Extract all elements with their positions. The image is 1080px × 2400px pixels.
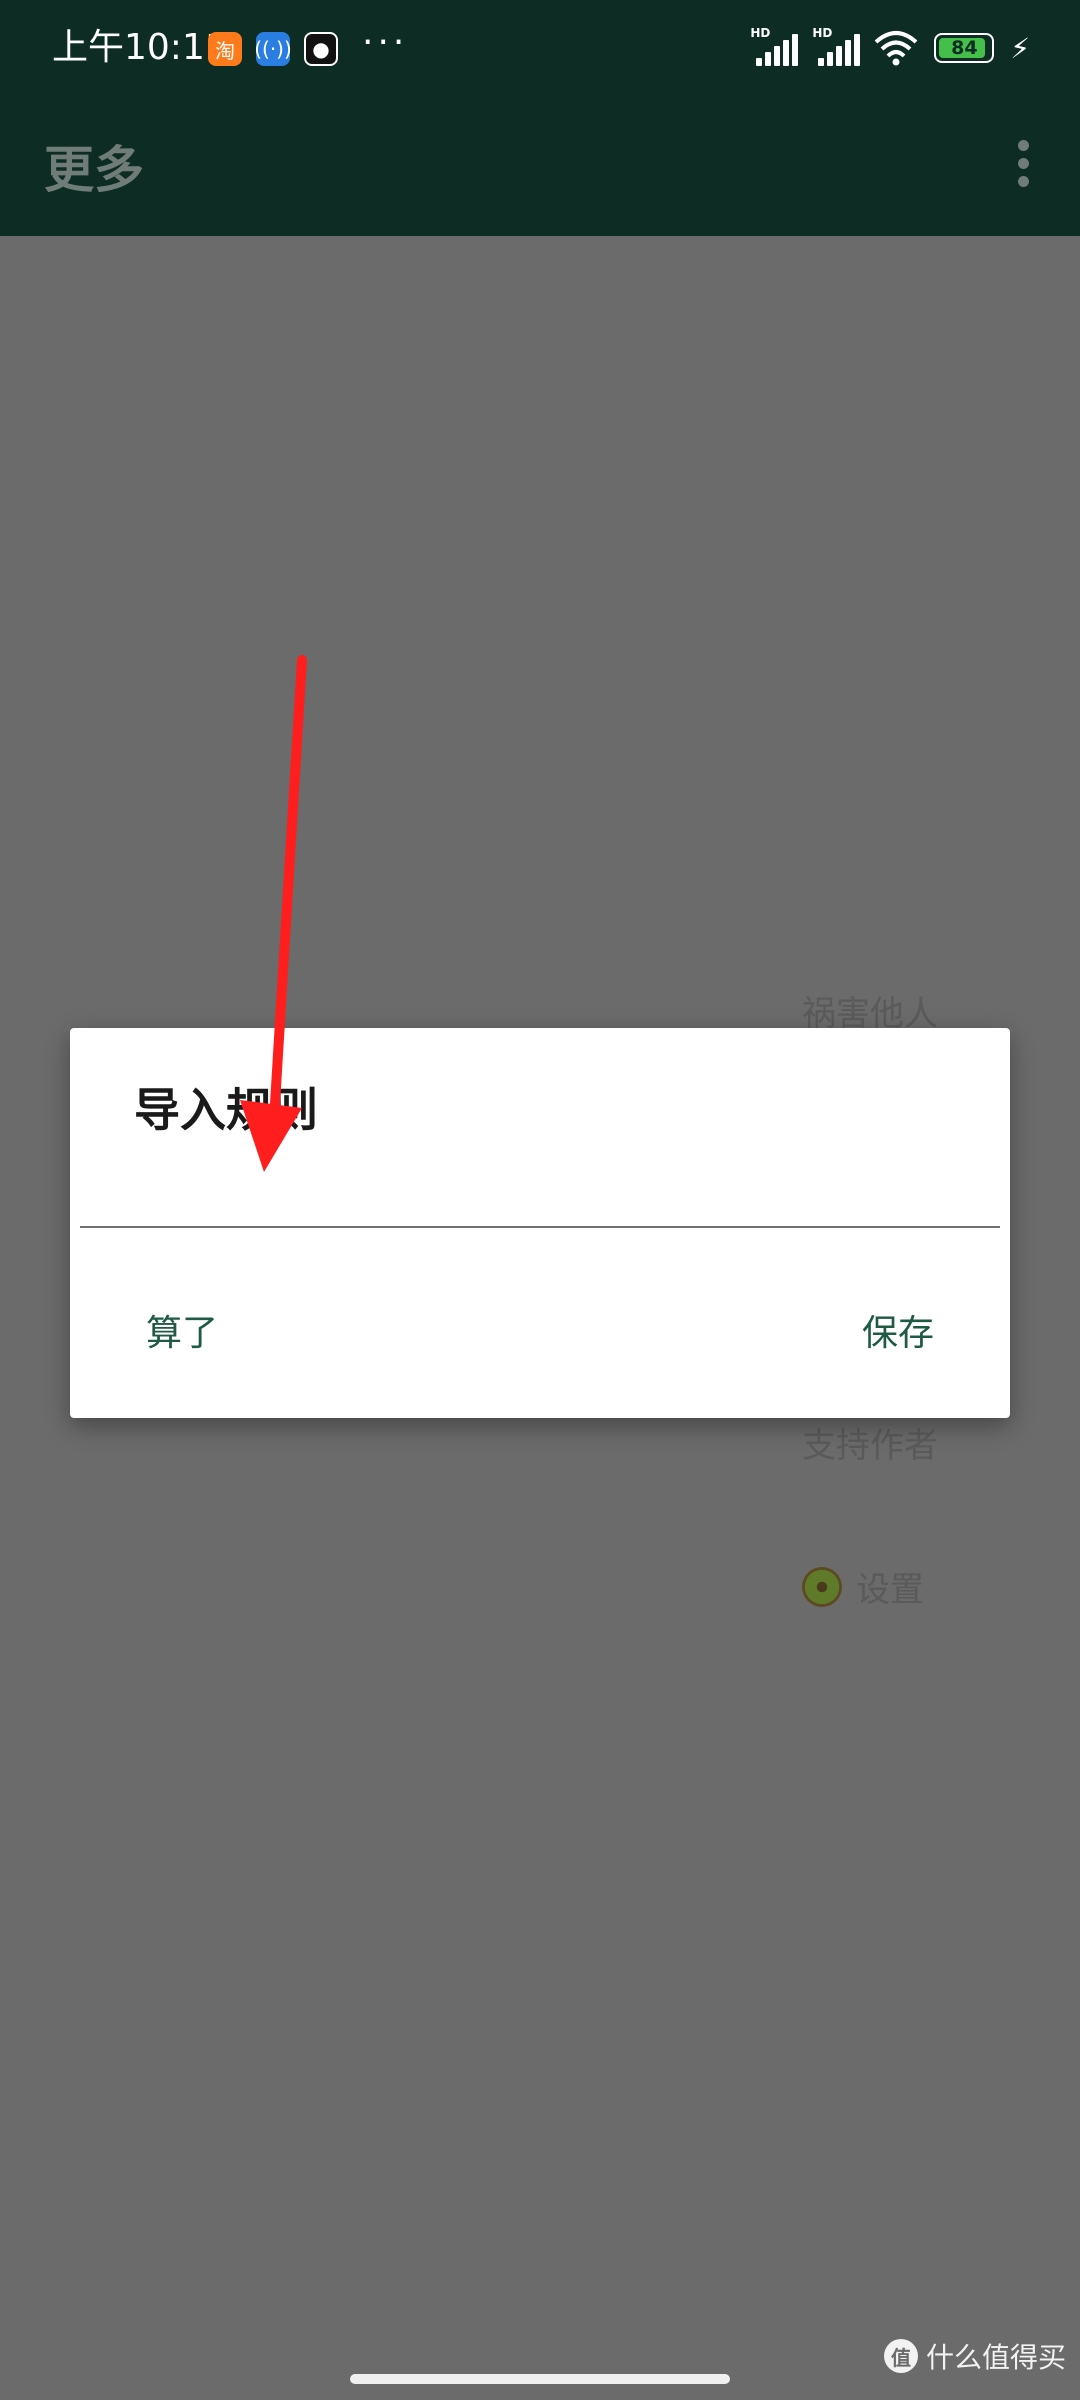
charging-icon: ⚡ <box>1010 31 1030 65</box>
dialog-title: 导入规则 <box>134 1083 318 1137</box>
watermark: 值 什么值得买 <box>883 2336 1066 2376</box>
watermark-logo-icon: 值 <box>883 2339 918 2373</box>
watermark-text: 什么值得买 <box>925 2341 1066 2374</box>
gesture-nav-handle[interactable] <box>350 2374 730 2384</box>
save-button[interactable]: 保存 <box>846 1296 950 1364</box>
battery-icon: 84 <box>934 33 995 63</box>
status-right-group: HD HD 84 ⚡ <box>750 26 1030 66</box>
radio-icon: ((·)) <box>254 32 292 66</box>
kiwi-icon <box>802 1566 842 1607</box>
cancel-button[interactable]: 算了 <box>130 1296 234 1364</box>
taobao-icon: 淘 <box>208 32 242 66</box>
menu-item-support-author: 支持作者 <box>802 1426 938 1466</box>
overflow-menu-icon[interactable] <box>1018 140 1030 188</box>
status-time: 上午10:11 <box>52 27 228 68</box>
signal-icon: HD <box>750 26 799 66</box>
import-rules-dialog: 导入规则 算了 保存 <box>70 1028 1010 1418</box>
app-bar: 更多 <box>0 96 1080 236</box>
page-title: 更多 <box>44 141 144 199</box>
status-bar: 上午10:11 淘 ((·)) ● ··· HD HD 84 ⚡ <box>0 0 1080 96</box>
wifi-icon <box>874 31 918 66</box>
menu-item-settings: 设置 <box>802 1562 924 1611</box>
more-notifications-icon: ··· <box>362 22 409 63</box>
menu-item-settings-label: 设置 <box>856 1570 924 1610</box>
signal-icon: HD <box>812 26 861 66</box>
notification-icons: 淘 ((·)) ● <box>208 32 338 66</box>
battery-level: 84 <box>951 37 978 59</box>
qq-icon: ● <box>304 32 338 66</box>
rule-input[interactable] <box>80 1158 1000 1228</box>
